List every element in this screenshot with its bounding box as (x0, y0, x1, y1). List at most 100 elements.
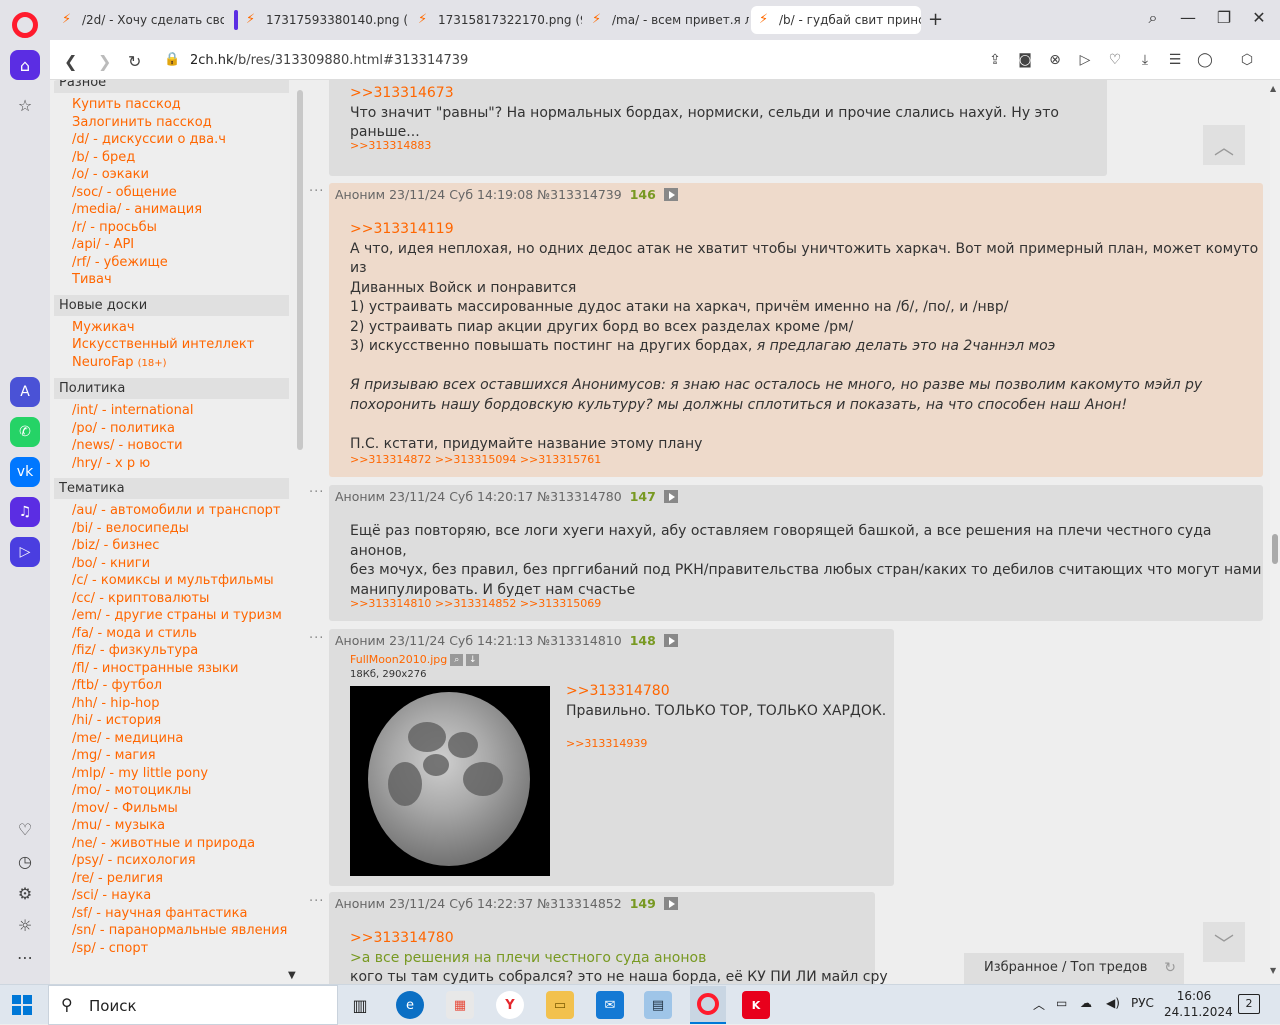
board-name[interactable]: my little pony (118, 766, 208, 781)
search-tabs-icon[interactable]: ⌕ (1141, 8, 1165, 28)
post-menu-icon[interactable]: ··· (309, 485, 324, 500)
board-name[interactable]: просьбы (99, 220, 157, 235)
sidebar-board-link[interactable]: /au/ - автомобили и транспорт (72, 502, 294, 520)
sidebar-board-link[interactable]: /hi/ - история (72, 712, 294, 730)
board-code[interactable]: /news/ (72, 438, 114, 453)
whatsapp-icon[interactable]: ✆ (10, 417, 40, 447)
reply-link[interactable]: >>313314119 (350, 220, 1263, 240)
sidebar-board-link[interactable]: /rf/ - убежище (72, 254, 294, 272)
board-name[interactable]: иностранные языки (102, 661, 239, 676)
sidebar-board-link[interactable]: /hh/ - hip-hop (72, 695, 294, 713)
sidebar-board-link[interactable]: /b/ - бред (72, 149, 294, 167)
reload-button[interactable]: ↻ (128, 52, 141, 71)
sidebar-board-link[interactable]: /bo/ - книги (72, 555, 294, 573)
reply-link[interactable]: >>313314780 (566, 682, 886, 702)
board-name[interactable]: спорт (109, 941, 148, 956)
back-button[interactable]: ❮ (64, 52, 77, 71)
board-code[interactable]: /mg/ (72, 748, 102, 763)
home-icon[interactable]: ⌂ (10, 50, 40, 80)
image-download-icon[interactable]: ↓ (466, 654, 480, 666)
board-name[interactable]: Мужикач (72, 320, 135, 335)
sidebar-board-link[interactable]: /fa/ - мода и стиль (72, 625, 294, 643)
board-code[interactable]: /mlp/ (72, 766, 105, 781)
minimize-button[interactable]: — (1176, 8, 1200, 27)
board-name[interactable]: убежище (104, 255, 168, 270)
post-menu-icon[interactable]: ··· (309, 184, 324, 199)
board-name[interactable]: Искусственный интеллект (72, 337, 254, 352)
scroll-down-button[interactable]: ﹀ (1203, 922, 1245, 962)
board-code[interactable]: /r/ (72, 220, 86, 235)
attachment-filename[interactable]: FullMoon2010.jpg ⌕ ↓ (350, 653, 480, 666)
opera-logo-icon[interactable] (12, 12, 38, 38)
page-scrollbar[interactable]: ▲ ▼ (1270, 80, 1280, 984)
board-code[interactable]: /hry/ (72, 456, 102, 471)
board-name[interactable]: футбол (111, 678, 162, 693)
tab-2d[interactable]: ⚡ /2d/ - Хочу сделать свою (54, 6, 224, 34)
reply-link[interactable]: >>313314673 (350, 84, 1107, 104)
sidebar-board-link[interactable]: /fl/ - иностранные языки (72, 660, 294, 678)
board-code[interactable]: /mo/ (72, 783, 101, 798)
board-code[interactable]: /media/ (72, 202, 121, 217)
extensions-cube-icon[interactable]: ⬡ (1238, 52, 1256, 70)
board-code[interactable]: /fa/ (72, 626, 93, 641)
sidebar-board-link[interactable]: /ftb/ - футбол (72, 677, 294, 695)
board-code[interactable]: /ne/ (72, 836, 97, 851)
start-windows-icon[interactable] (12, 995, 32, 1015)
board-name[interactable]: Купить пасскод (72, 97, 181, 112)
music-player-icon[interactable]: ♫ (10, 497, 40, 527)
snapshot-camera-icon[interactable]: ◙ (1016, 52, 1034, 70)
refresh-spinner-icon[interactable]: ↻ (1164, 960, 1176, 976)
board-code[interactable]: /bi/ (72, 521, 93, 536)
board-code[interactable]: /re/ (72, 871, 94, 886)
board-code[interactable]: /ftb/ (72, 678, 98, 693)
board-name[interactable]: Тивач (72, 272, 112, 287)
board-code[interactable]: /em/ (72, 608, 101, 623)
favorites-heart-icon[interactable]: ♡ (14, 820, 36, 839)
board-code[interactable]: /soc/ (72, 185, 103, 200)
sidebar-board-link[interactable]: /cc/ - криптовалюты (72, 590, 294, 608)
sidebar-board-link[interactable]: /em/ - другие страны и туризм (72, 607, 294, 625)
favorites-label[interactable]: Избранное / Топ тредов (984, 960, 1147, 975)
scrollbar-down-arrow-icon[interactable]: ▼ (1270, 966, 1276, 975)
board-code[interactable]: /fl/ (72, 661, 89, 676)
speed-dial-star-icon[interactable]: ☆ (14, 96, 36, 115)
edge-icon[interactable]: e (396, 991, 424, 1019)
board-code[interactable]: /rf/ (72, 255, 91, 270)
sidebar-board-link[interactable]: /o/ - оэкаки (72, 166, 294, 184)
board-name[interactable]: политика (110, 421, 175, 436)
board-code[interactable]: /po/ (72, 421, 97, 436)
board-name[interactable]: религия (107, 871, 163, 886)
url-field[interactable]: 2ch.hk/b/res/313309880.html#313314739 (190, 53, 468, 68)
sidebar-board-link[interactable]: /soc/ - общение (72, 184, 294, 202)
sidebar-board-link[interactable]: Искусственный интеллект (72, 336, 294, 354)
board-name[interactable]: новости (127, 438, 182, 453)
aria-icon[interactable]: A (10, 377, 40, 407)
post-replies[interactable]: >>313314872 >>313315094 >>313315761 (350, 453, 601, 466)
sidebar-board-link[interactable]: /psy/ - психология (72, 852, 294, 870)
post-menu-icon[interactable]: ··· (309, 894, 324, 909)
yandex-browser-icon[interactable]: Y (496, 991, 524, 1019)
post-number[interactable]: №313314780 (537, 489, 622, 504)
scrollbar-up-arrow-icon[interactable]: ▲ (1270, 84, 1276, 93)
tab-ma[interactable]: ⚡ /ma/ - всем привет.я люб (584, 6, 749, 34)
board-name[interactable]: мода и стиль (106, 626, 197, 641)
share-icon[interactable]: ⇪ (986, 52, 1004, 70)
tab-image-2[interactable]: ⚡ 17315817322170.png (917 (410, 6, 582, 34)
sidebar-board-link[interactable]: /media/ - анимация (72, 201, 294, 219)
sidebar-board-link[interactable]: /po/ - политика (72, 420, 294, 438)
sidebar-board-link[interactable]: Залогинить пасскод (72, 114, 294, 132)
sidebar-board-link[interactable]: /fiz/ - физкультура (72, 642, 294, 660)
sidebar-scrollbar[interactable] (297, 90, 303, 450)
vk-icon[interactable]: vk (10, 457, 40, 487)
board-code[interactable]: /psy/ (72, 853, 103, 868)
post-menu-icon[interactable]: ··· (309, 631, 324, 646)
reply-link[interactable]: >>313314780 (350, 929, 888, 949)
sidebar-board-link[interactable]: /mo/ - мотоциклы (72, 782, 294, 800)
sidebar-board-link[interactable]: Мужикач (72, 319, 294, 337)
board-name[interactable]: комиксы и мультфильмы (101, 573, 274, 588)
post-number[interactable]: №313314739 (537, 187, 622, 202)
attachment-image[interactable] (350, 686, 550, 876)
sidebar-board-link[interactable]: /mg/ - магия (72, 747, 294, 765)
sidebar-board-link[interactable]: /mov/ - Фильмы (72, 800, 294, 818)
post-replies[interactable]: >>313314810 >>313314852 >>313315069 (350, 597, 601, 610)
